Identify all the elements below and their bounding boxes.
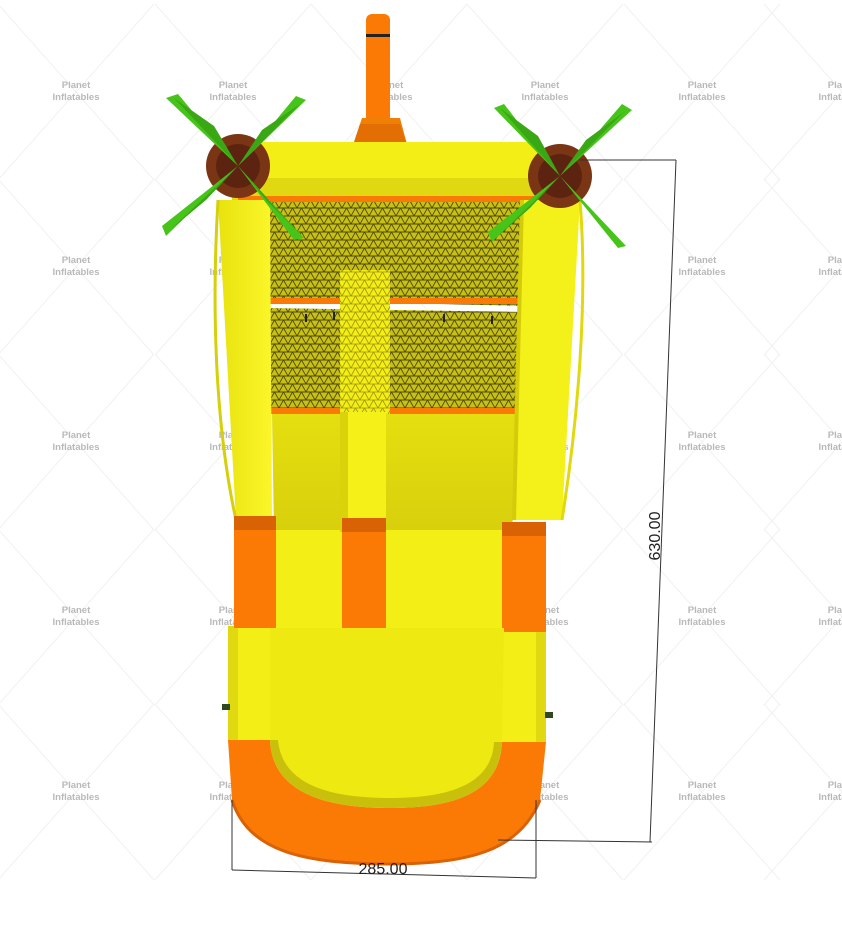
watermark-text: Planet [828,780,842,791]
watermark-text: Inflatables [679,617,726,628]
inflatable-slide-render: PlanetInflatablesPlanetInflatablesPlanet… [0,3,842,881]
watermark-text: Inflatables [819,442,842,453]
watermark-text: Planet [688,255,717,266]
watermark-text: Inflatables [53,267,100,278]
watermark-text: Inflatables [53,442,100,453]
climbing-net [266,202,528,414]
watermark-text: Planet [828,605,842,616]
watermark-text: Planet [688,430,717,441]
watermark-text: Planet [688,780,717,791]
watermark-text: Inflatables [819,792,842,803]
watermark-text: Planet [62,430,91,441]
watermark-text: Inflatables [679,267,726,278]
watermark-text: Planet [688,605,717,616]
watermark-text: Planet [62,80,91,91]
watermark-text: Planet [828,430,842,441]
watermark-text: Planet [828,80,842,91]
watermark-text: Inflatables [53,617,100,628]
watermark-text: Inflatables [819,92,842,103]
watermark-text: Planet [828,255,842,266]
watermark-text: Inflatables [679,792,726,803]
watermark-text: Planet [688,80,717,91]
watermark-text: Planet [62,780,91,791]
watermark-text: Inflatables [819,617,842,628]
watermark-text: Planet [219,80,248,91]
watermark-text: Inflatables [53,792,100,803]
watermark-text: Planet [62,255,91,266]
watermark-text: Inflatables [819,267,842,278]
landing-pool [228,628,546,866]
watermark-text: Inflatables [210,92,257,103]
watermark-text: Planet [531,80,560,91]
back-wall [232,142,552,206]
watermark-text: Inflatables [679,442,726,453]
watermark-text: Inflatables [53,92,100,103]
length-dimension-label: 630.00 [647,511,664,560]
left-side-wall [213,199,272,742]
width-dimension-label: 285.00 [359,861,408,878]
watermark-text: Inflatables [522,92,569,103]
watermark-text: Planet [62,605,91,616]
slide-lanes [270,412,520,630]
watermark-text: Inflatables [679,92,726,103]
